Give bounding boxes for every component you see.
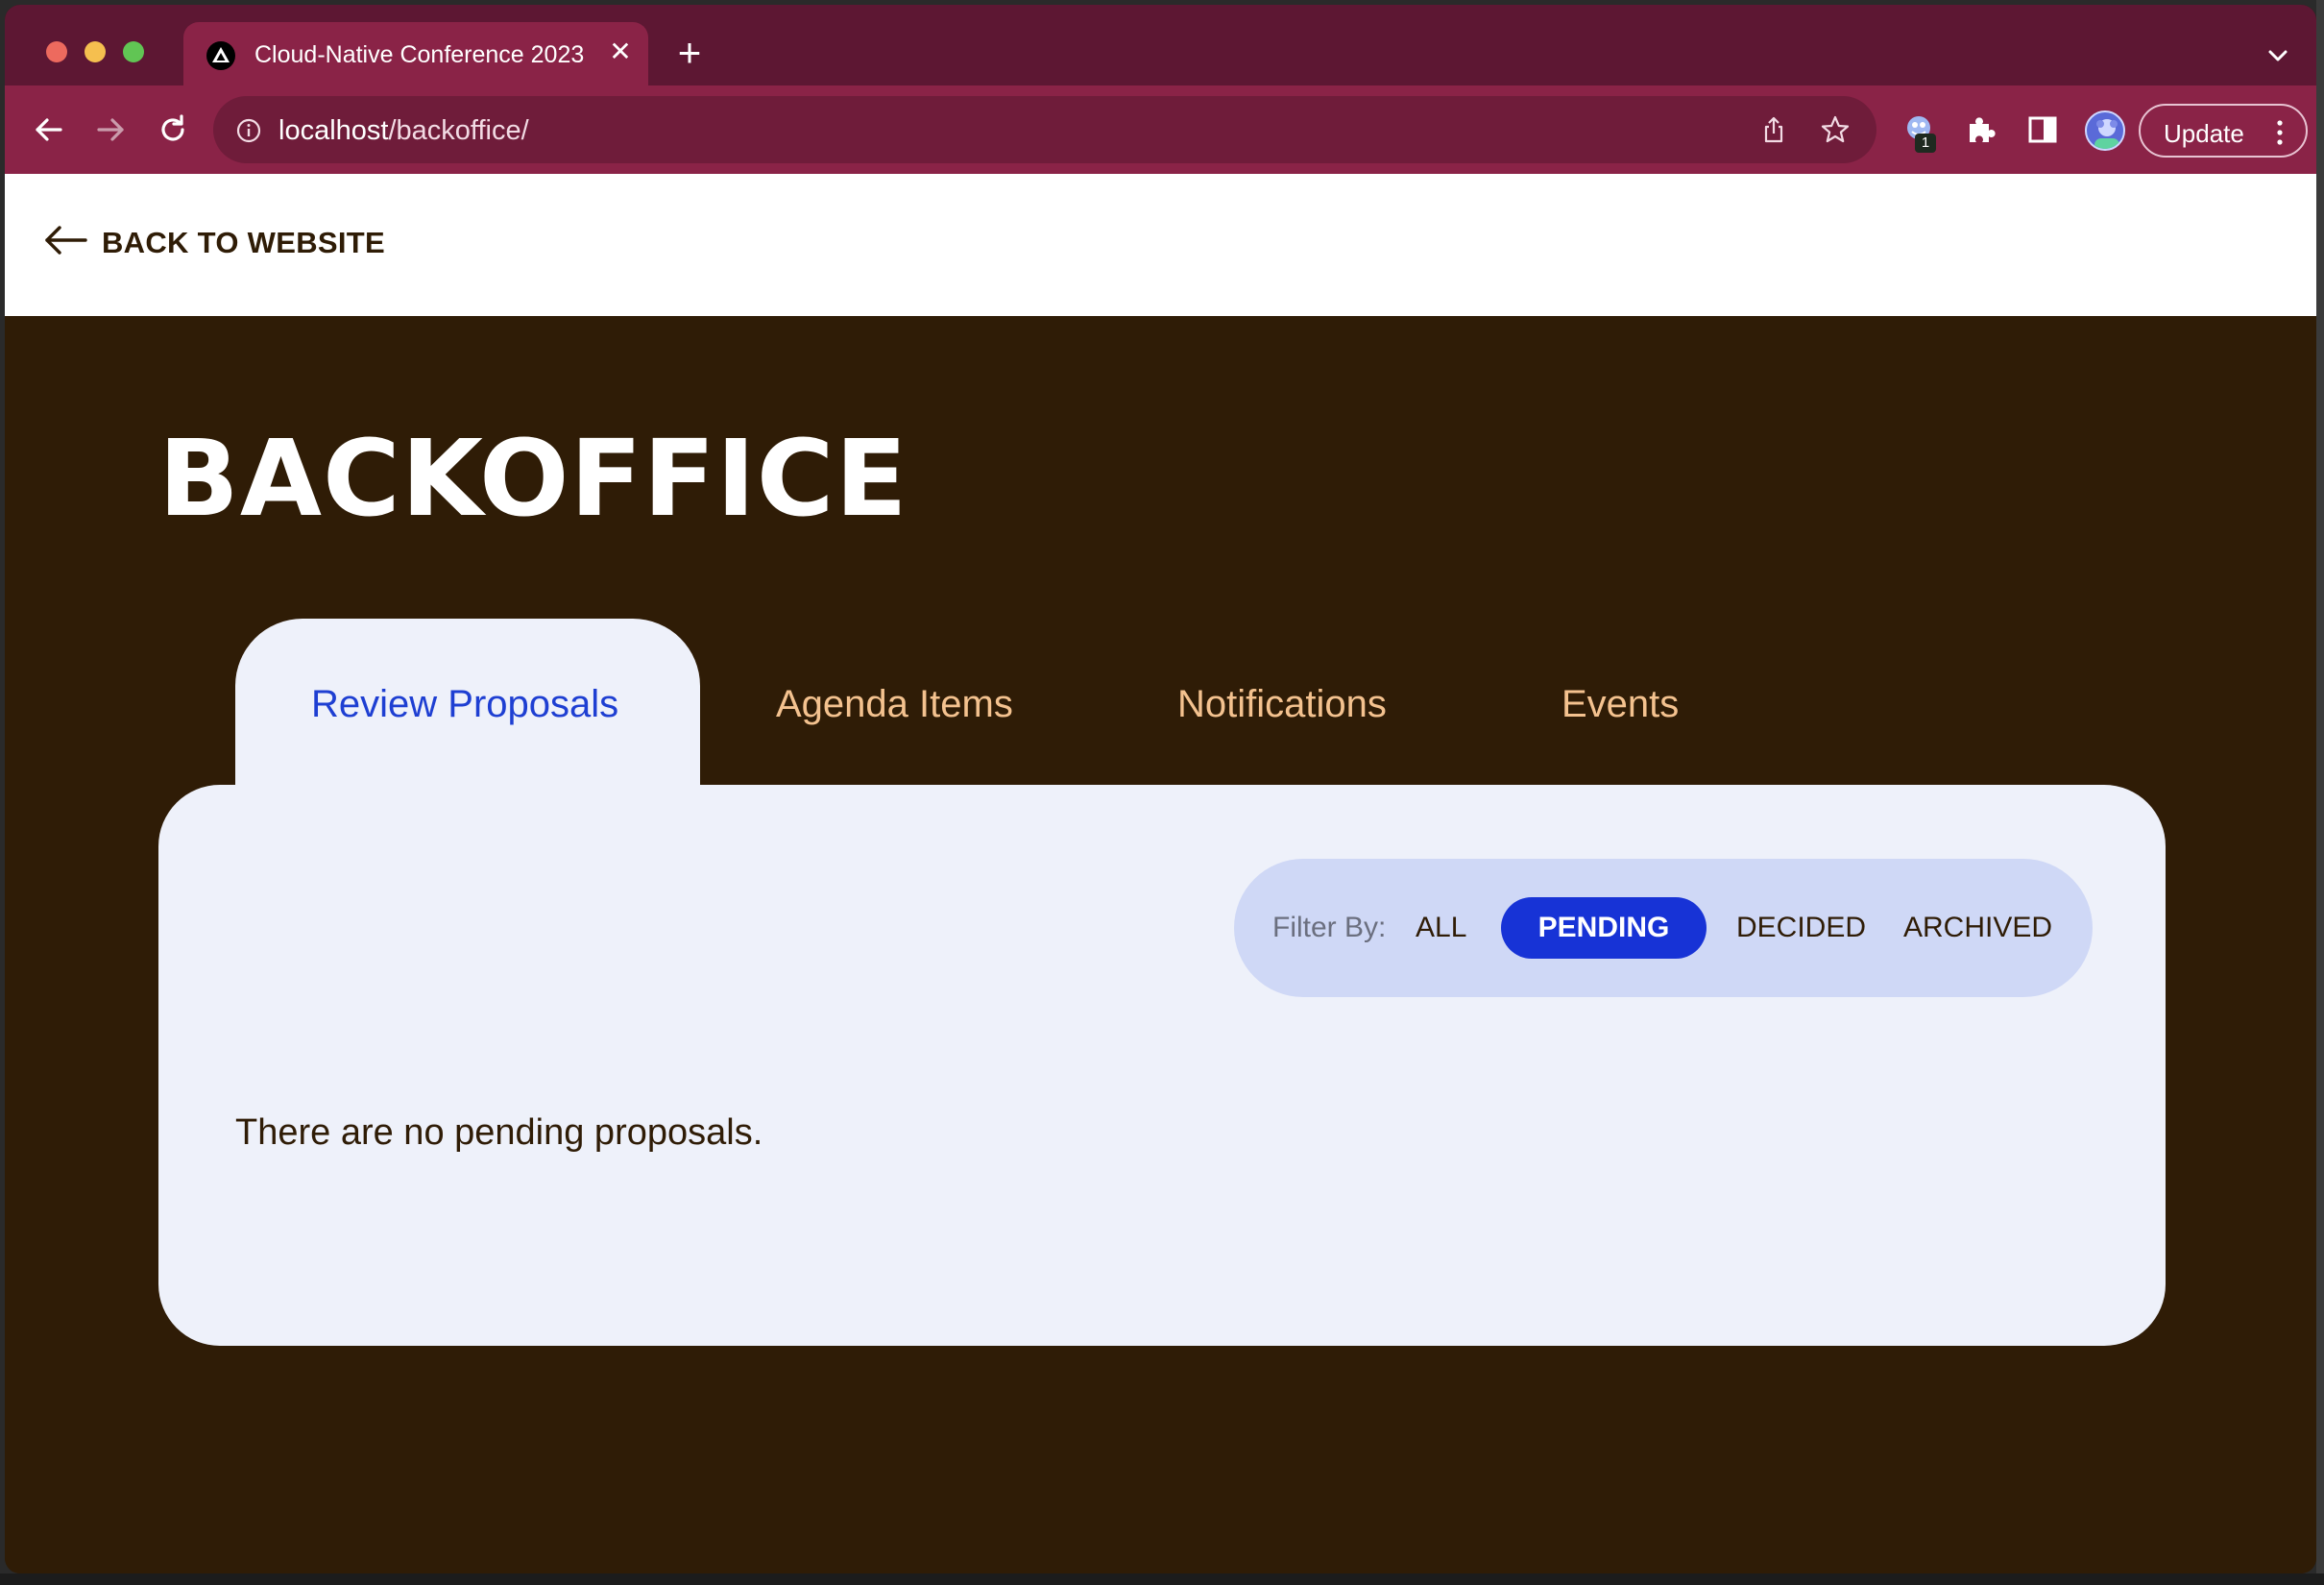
browser-tab[interactable]: Cloud-Native Conference 2023 ✕ <box>183 22 648 85</box>
favicon-triangle-icon <box>206 41 235 70</box>
back-icon[interactable] <box>30 110 68 149</box>
desktop-backdrop-bottom <box>0 1573 2324 1585</box>
close-window-button[interactable] <box>46 41 67 62</box>
tab-notifications[interactable]: Notifications <box>1177 683 1387 726</box>
tab-review-proposals[interactable]: Review Proposals <box>311 683 618 726</box>
browser-toolbar: localhost/backoffice/ 1 Update <box>5 85 2316 174</box>
more-vert-icon[interactable] <box>2275 119 2285 146</box>
reload-icon[interactable] <box>154 110 192 149</box>
avatar[interactable] <box>2085 110 2125 151</box>
tab-title: Cloud-Native Conference 2023 <box>254 41 585 68</box>
update-label: Update <box>2164 119 2244 148</box>
chevron-down-icon[interactable] <box>2262 39 2294 72</box>
filter-pending-label: PENDING <box>1537 912 1670 943</box>
filter-all[interactable]: ALL <box>1416 912 1466 944</box>
share-icon[interactable] <box>1759 115 1788 144</box>
empty-state-message: There are no pending proposals. <box>235 1112 763 1153</box>
tab-close-icon[interactable]: ✕ <box>606 37 635 66</box>
page-content: BACK TO WEBSITE BACKOFFICE Review Propos… <box>5 174 2316 1573</box>
tab-strip: Cloud-Native Conference 2023 ✕ + <box>5 5 2316 85</box>
proposals-panel: Filter By: ALL PENDING DECIDED ARCHIVED … <box>158 785 2166 1346</box>
url-path: /backoffice/ <box>388 115 529 146</box>
tab-agenda-items[interactable]: Agenda Items <box>776 683 1013 726</box>
filter-label: Filter By: <box>1272 912 1387 943</box>
puzzle-icon[interactable] <box>1964 112 1998 147</box>
side-panel-icon[interactable] <box>2025 112 2060 147</box>
desktop-backdrop <box>2316 0 2324 1585</box>
filter-bar: Filter By: ALL PENDING DECIDED ARCHIVED <box>1234 859 2093 997</box>
maximize-window-button[interactable] <box>123 41 144 62</box>
forward-icon[interactable] <box>91 110 130 149</box>
star-icon[interactable] <box>1820 114 1851 145</box>
site-topbar: BACK TO WEBSITE <box>5 174 2316 316</box>
url-host: localhost <box>278 115 389 146</box>
extension-badge: 1 <box>1915 134 1936 153</box>
info-icon[interactable] <box>236 118 261 143</box>
new-tab-button[interactable]: + <box>670 33 709 73</box>
page-title: BACKOFFICE <box>158 417 908 540</box>
url-text: localhost/backoffice/ <box>278 115 529 147</box>
address-bar[interactable]: localhost/backoffice/ <box>213 96 1876 163</box>
update-button[interactable]: Update <box>2139 104 2308 158</box>
filter-decided[interactable]: DECIDED <box>1736 912 1866 944</box>
filter-pending[interactable]: PENDING <box>1501 897 1707 959</box>
back-to-website-label: BACK TO WEBSITE <box>102 226 385 259</box>
tab-events[interactable]: Events <box>1561 683 1679 726</box>
minimize-window-button[interactable] <box>85 41 106 62</box>
browser-window: Cloud-Native Conference 2023 ✕ + localho… <box>5 5 2316 1573</box>
filter-archived[interactable]: ARCHIVED <box>1903 912 2052 944</box>
arrow-left-icon <box>43 224 89 256</box>
